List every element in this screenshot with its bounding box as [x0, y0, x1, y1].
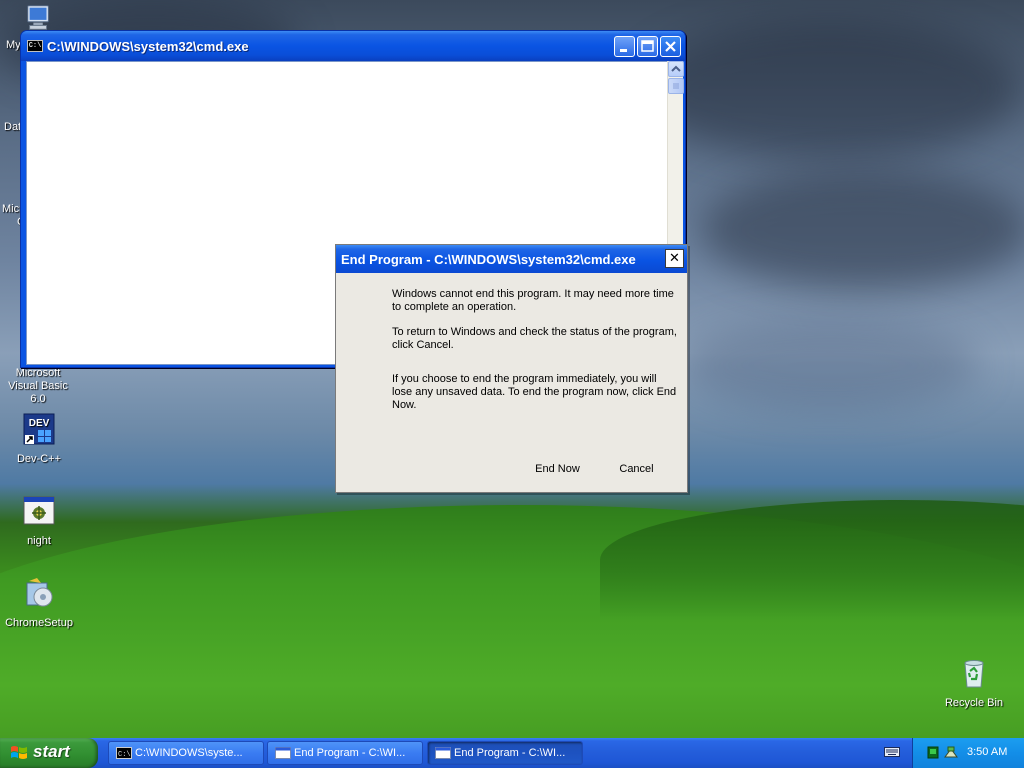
taskbar-button-label: End Program - C:\WI...: [454, 747, 566, 759]
taskbar: start C:\ C:\WINDOWS\syste... End Progra…: [0, 738, 1024, 768]
night-app-icon: [23, 496, 55, 525]
end-now-button[interactable]: End Now: [520, 458, 595, 481]
cmd-window-title: C:\WINDOWS\system32\cmd.exe: [47, 39, 249, 54]
cloud: [640, 20, 1020, 160]
dialog-message-2: To return to Windows and check the statu…: [392, 326, 677, 351]
truncated-label-dat: Dat: [4, 121, 22, 133]
desktop-icon-chrome-setup[interactable]: ChromeSetup: [1, 577, 77, 630]
dialog-close-button[interactable]: ✕: [665, 249, 684, 268]
desktop-icon-visual-basic[interactable]: Microsoft Visual Basic 6.0: [0, 367, 76, 406]
taskbar-button-label: C:\WINDOWS\syste...: [135, 747, 243, 759]
minimize-button[interactable]: [614, 36, 635, 57]
system-tray: 3:50 AM: [912, 738, 1024, 768]
network-icon[interactable]: [927, 746, 939, 759]
svg-text:DEV: DEV: [29, 418, 50, 429]
dialog-message-3: If you choose to end the program immedia…: [392, 373, 677, 411]
end-program-dialog[interactable]: End Program - C:\WINDOWS\system32\cmd.ex…: [335, 244, 688, 493]
desktop-icon-label: night: [27, 535, 51, 547]
dialog-message-1: Windows cannot end this program. It may …: [392, 288, 674, 313]
cmd-icon: C:\: [27, 40, 43, 52]
dialog-title-bar[interactable]: End Program - C:\WINDOWS\system32\cmd.ex…: [336, 245, 687, 273]
keyboard-icon[interactable]: [884, 746, 900, 758]
maximize-button[interactable]: [637, 36, 658, 57]
start-button[interactable]: start: [0, 738, 98, 768]
my-computer-icon: [27, 5, 49, 30]
close-icon: [665, 41, 676, 52]
recycle-bin-icon: [964, 660, 984, 688]
desktop-icon-label: ChromeSetup: [5, 617, 73, 629]
taskbar-button-label: End Program - C:\WI...: [294, 747, 406, 759]
desktop-icon-label: Dev-C++: [16, 453, 62, 465]
desktop-icon-dev-cpp[interactable]: DEV Dev-C++: [1, 413, 77, 466]
close-button[interactable]: [660, 36, 681, 57]
safely-remove-hardware-icon[interactable]: [943, 745, 959, 760]
scroll-thumb[interactable]: [668, 78, 684, 94]
cancel-button[interactable]: Cancel: [599, 458, 674, 481]
scroll-up-button[interactable]: [668, 61, 684, 77]
minimize-icon: [620, 49, 627, 52]
taskbar-button-cmd[interactable]: C:\ C:\WINDOWS\syste...: [108, 741, 264, 765]
start-label: start: [33, 742, 70, 761]
dev-cpp-icon: DEV: [23, 413, 55, 445]
cmd-icon: C:\: [116, 747, 132, 759]
grip-icon: [673, 83, 679, 89]
close-icon: ✕: [669, 250, 680, 265]
svg-text:C:\: C:\: [118, 751, 131, 759]
desktop-icon-label: Microsoft Visual Basic 6.0: [8, 367, 68, 405]
chevron-up-icon: [671, 65, 681, 72]
installer-icon: [26, 578, 53, 607]
window-icon: [435, 747, 451, 759]
cloud: [680, 320, 980, 410]
desktop-icon-night[interactable]: night: [1, 495, 77, 548]
maximize-icon: [641, 40, 654, 52]
desktop: My Dat Micro C Microsoft Visual Basic 6.…: [0, 0, 1024, 738]
clock: 3:50 AM: [967, 746, 1008, 758]
window-icon: [275, 747, 291, 759]
desktop-icon-recycle-bin[interactable]: Recycle Bin: [936, 657, 1012, 710]
taskbar-button-end-program-1[interactable]: End Program - C:\WI...: [267, 741, 423, 765]
windows-logo-icon: [11, 746, 27, 759]
truncated-label-my: My: [6, 39, 21, 51]
desktop-icon-label: Recycle Bin: [944, 697, 1004, 709]
cloud: [700, 170, 1024, 290]
cmd-title-bar[interactable]: C:\ C:\WINDOWS\system32\cmd.exe: [21, 31, 685, 61]
dialog-title: End Program - C:\WINDOWS\system32\cmd.ex…: [341, 252, 636, 267]
taskbar-button-end-program-2[interactable]: End Program - C:\WI...: [427, 741, 583, 765]
